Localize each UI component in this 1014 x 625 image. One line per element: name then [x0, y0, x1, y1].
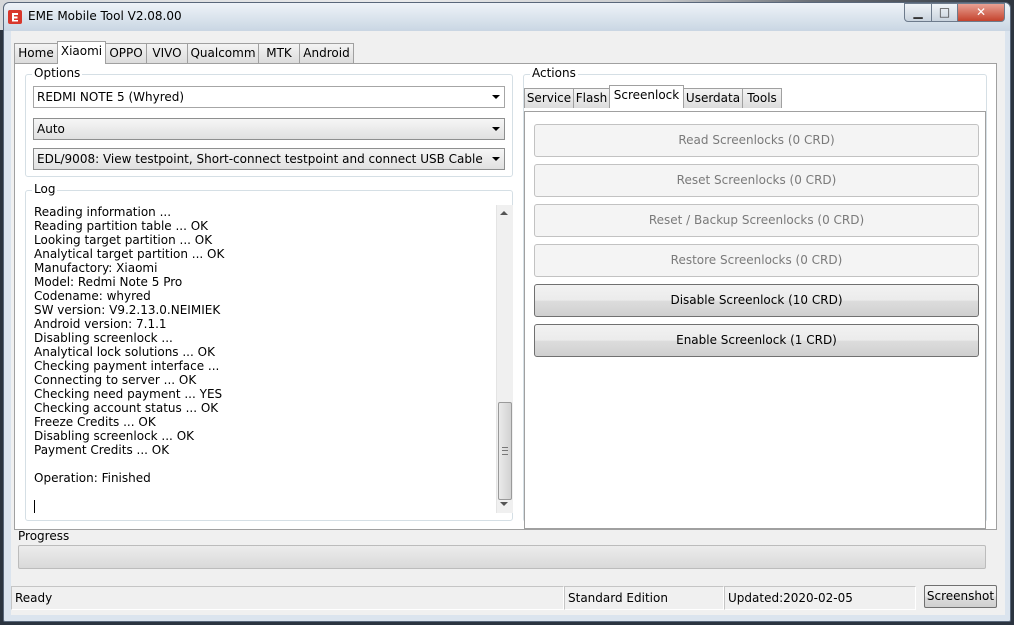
minimize-button[interactable]: ▁ [904, 3, 932, 22]
options-label: Options [32, 66, 83, 80]
restore-screenlocks-button[interactable]: Restore Screenlocks (0 CRD) [534, 244, 979, 277]
connection-select[interactable]: EDL/9008: View testpoint, Short-connect … [33, 148, 505, 170]
log-textbox[interactable]: Reading information ... Reading partition… [34, 205, 513, 513]
main-tab-strip: Home Xiaomi OPPO VIVO Qualcomm MTK Andro… [14, 41, 414, 64]
progress-label: Progress [18, 529, 70, 543]
log-line: Operation: Finished [34, 471, 151, 485]
tab-qualcomm[interactable]: Qualcomm [187, 43, 259, 63]
tab-mtk[interactable]: MTK [258, 43, 300, 63]
model-value: REDMI NOTE 5 (Whyred) [37, 90, 185, 104]
screenlock-tab-panel: Read Screenlocks (0 CRD) Reset Screenloc… [524, 111, 986, 529]
mode-select[interactable]: Auto [33, 118, 505, 140]
log-line: Android version: 7.1.1 [34, 317, 167, 331]
close-button[interactable]: ✕ [957, 3, 1005, 22]
disable-screenlock-button[interactable]: Disable Screenlock (10 CRD) [534, 284, 979, 317]
reset-screenlocks-button[interactable]: Reset Screenlocks (0 CRD) [534, 164, 979, 197]
log-scrollbar[interactable] [496, 205, 513, 513]
actions-group: Actions Service Flash Screenlock Userdat… [523, 66, 988, 529]
progress-bar [18, 545, 986, 569]
log-line: Freeze Credits ... OK [34, 415, 156, 429]
tab-oppo[interactable]: OPPO [105, 43, 147, 63]
tab-service[interactable]: Service [524, 88, 574, 108]
text-caret [34, 500, 35, 513]
log-line: Payment Credits ... OK [34, 443, 170, 457]
log-line: Reading information ... [34, 205, 172, 219]
log-line: Manufactory: Xiaomi [34, 261, 158, 275]
chevron-down-icon [492, 157, 500, 161]
tab-xiaomi[interactable]: Xiaomi [57, 41, 106, 64]
log-label: Log [32, 182, 58, 196]
read-screenlocks-button[interactable]: Read Screenlocks (0 CRD) [534, 124, 979, 157]
edition-text: Standard Edition [564, 586, 724, 610]
log-line: Checking account status ... OK [34, 401, 219, 415]
chevron-down-icon [492, 127, 500, 131]
log-line: Reading partition table ... OK [34, 219, 209, 233]
reset-backup-screenlocks-button[interactable]: Reset / Backup Screenlocks (0 CRD) [534, 204, 979, 237]
model-select[interactable]: REDMI NOTE 5 (Whyred) [33, 86, 505, 108]
log-line: Connecting to server ... OK [34, 373, 197, 387]
xiaomi-tab-panel: Options REDMI NOTE 5 (Whyred) Auto EDL/9… [14, 63, 997, 530]
log-line: Checking payment interface ... [34, 359, 220, 373]
close-icon: ✕ [975, 5, 987, 19]
log-content: Reading information ... Reading partition… [34, 205, 494, 513]
tab-vivo[interactable]: VIVO [146, 43, 188, 63]
log-group: Log Reading information ... Reading parti… [25, 182, 513, 521]
enable-screenlock-button[interactable]: Enable Screenlock (1 CRD) [534, 324, 979, 357]
options-group: Options REDMI NOTE 5 (Whyred) Auto EDL/9… [25, 66, 513, 177]
status-bar: Ready Standard Edition Updated:2020-02-0… [11, 581, 1005, 615]
title-bar[interactable]: EME Mobile Tool V2.08.00 ▁ □ ✕ [4, 3, 1010, 31]
tab-tools[interactable]: Tools [742, 88, 782, 108]
log-line: Analytical target partition ... OK [34, 247, 225, 261]
log-line: Disabling screenlock ... OK [34, 429, 195, 443]
grip-icon [502, 447, 508, 455]
scrollbar-thumb[interactable] [498, 402, 512, 500]
tab-screenlock[interactable]: Screenlock [609, 85, 684, 108]
scroll-up-arrow-icon[interactable] [500, 211, 508, 215]
log-line: Looking target partition ... OK [34, 233, 213, 247]
tab-home[interactable]: Home [14, 43, 58, 63]
log-line: Analytical lock solutions ... OK [34, 345, 215, 359]
log-line: Codename: whyred [34, 289, 151, 303]
maximize-icon: □ [938, 5, 951, 19]
window-controls: ▁ □ ✕ [904, 3, 1008, 23]
screenshot-button[interactable]: Screenshot [924, 585, 997, 608]
actions-tab-strip: Service Flash Screenlock Userdata Tools [524, 85, 988, 110]
updated-text: Updated:2020-02-05 [724, 586, 916, 610]
actions-label: Actions [530, 66, 578, 80]
log-line: Model: Redmi Note 5 Pro [34, 275, 183, 289]
client-area: Home Xiaomi OPPO VIVO Qualcomm MTK Andro… [11, 31, 1005, 615]
window-title: EME Mobile Tool V2.08.00 [28, 9, 182, 23]
log-line: SW version: V9.2.13.0.NEIMIEK [34, 303, 221, 317]
minimize-icon: ▁ [913, 5, 923, 19]
app-window: EME Mobile Tool V2.08.00 ▁ □ ✕ Home Xiao… [3, 2, 1011, 622]
log-line: Disabling screenlock ... [34, 331, 173, 345]
log-line: Checking need payment ... YES [34, 387, 223, 401]
app-logo-icon [8, 10, 22, 24]
tab-flash[interactable]: Flash [573, 88, 610, 108]
mode-value: Auto [37, 122, 65, 136]
connection-value: EDL/9008: View testpoint, Short-connect … [37, 152, 483, 166]
tab-android[interactable]: Android [299, 43, 354, 63]
scroll-down-arrow-icon[interactable] [500, 502, 508, 506]
maximize-button[interactable]: □ [931, 3, 958, 22]
tab-userdata[interactable]: Userdata [683, 88, 743, 108]
chevron-down-icon [492, 95, 500, 99]
status-text: Ready [11, 586, 564, 610]
